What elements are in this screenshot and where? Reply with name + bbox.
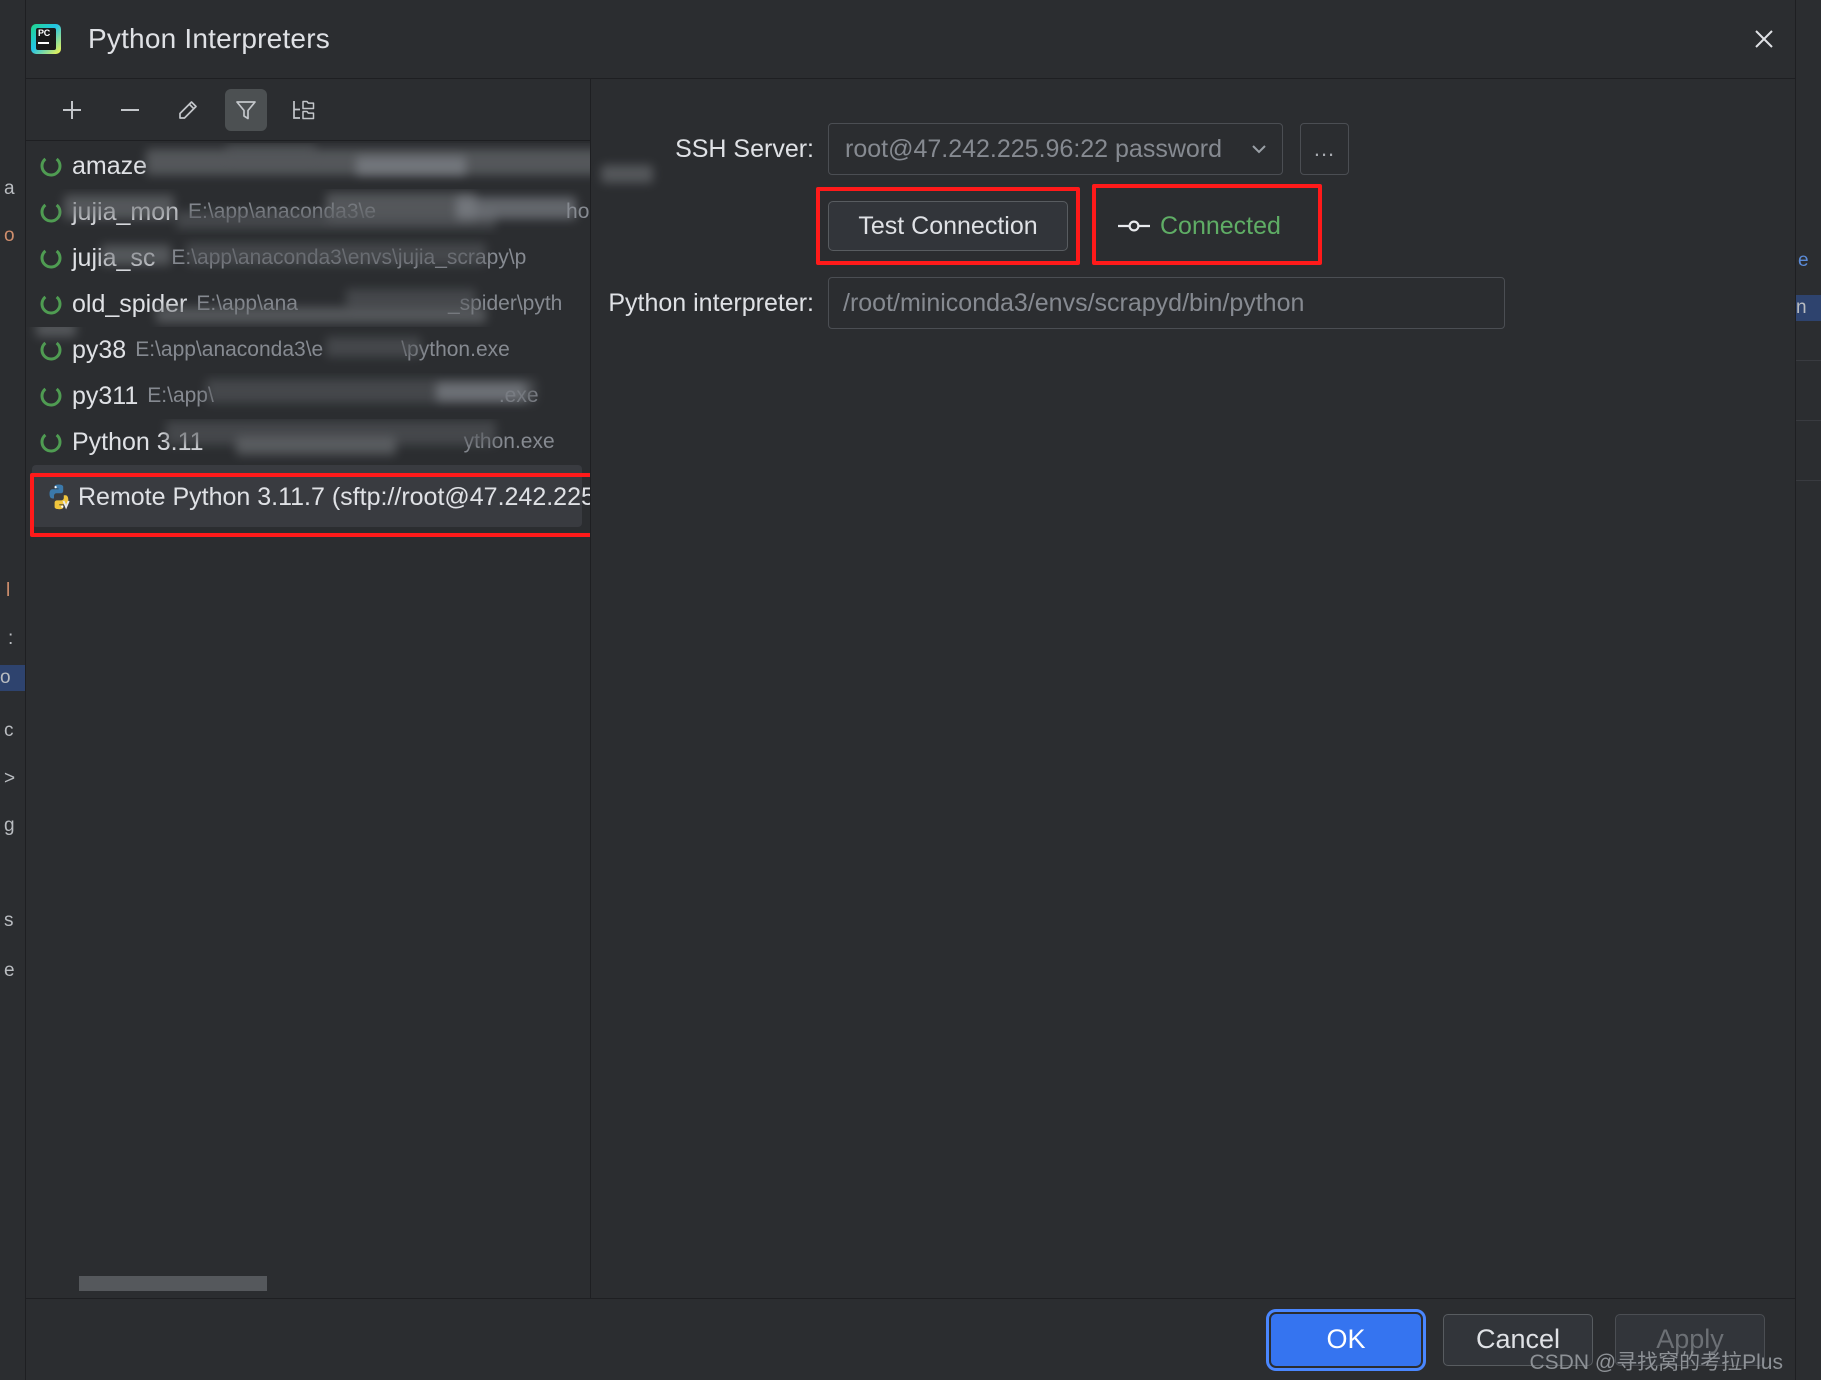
test-connection-button[interactable]: Test Connection — [828, 201, 1068, 251]
bg-fragment: e — [4, 960, 15, 981]
dialog-titlebar: PC Python Interpreters — [26, 0, 1795, 79]
plus-icon — [63, 100, 81, 119]
interpreter-list[interactable]: amaze jujia_mon E:\app\anaconda3\e hon\p — [26, 141, 590, 1298]
list-item-path-suffix: ython.exe — [463, 430, 555, 453]
list-item[interactable]: jujia_mon E:\app\anaconda3\e hon\p — [26, 189, 590, 235]
list-item-path: E:\app\anaconda3\e — [188, 200, 377, 223]
connection-status: Connected — [1102, 201, 1295, 251]
list-item[interactable]: Remote Python 3.11.7 (sftp://root@47.242… — [26, 465, 590, 529]
ssh-server-select[interactable]: root@47.242.225.96:22 password — [828, 123, 1283, 175]
list-item[interactable]: Python 3.11 ython.exe — [26, 419, 590, 465]
list-item-label: Remote Python 3.11.7 (sftp://root@47.242… — [78, 482, 590, 511]
bg-fragment: e — [1798, 250, 1809, 271]
connector-icon — [1118, 220, 1150, 232]
list-item-path-suffix: .exe — [498, 384, 539, 407]
background-window-left-edge: a o l : o c > g s e — [0, 0, 26, 1380]
list-item-path: E:\app\ana — [196, 292, 298, 315]
interpreter-list-pane: amaze jujia_mon E:\app\anaconda3\e hon\p — [26, 79, 591, 1298]
list-item[interactable]: old_spider E:\app\ana _spider\pyth — [26, 281, 590, 327]
list-item[interactable]: py311 E:\app\ .exe — [26, 373, 590, 419]
dialog-body: amaze jujia_mon E:\app\anaconda3\e hon\p — [26, 79, 1795, 1298]
list-item-label: Python 3.11 — [72, 427, 204, 456]
conda-env-icon — [38, 429, 72, 455]
ok-button[interactable]: OK — [1266, 1308, 1426, 1371]
list-item-label: py311 — [72, 381, 139, 410]
bg-fragment: : — [8, 628, 14, 649]
list-item-label: old_spider — [72, 289, 188, 318]
list-item-path: E:\app\ — [147, 384, 214, 407]
horizontal-scrollbar[interactable] — [26, 1268, 590, 1298]
list-item-path-suffix: hon\p — [566, 200, 590, 223]
conda-env-icon — [38, 337, 72, 363]
list-item-label: jujia_sc — [72, 243, 156, 272]
python-interpreter-value: /root/miniconda3/envs/scrapyd/bin/python — [843, 288, 1305, 317]
python-interpreter-row: Python interpreter: /root/miniconda3/env… — [591, 277, 1795, 329]
conda-env-icon — [38, 153, 72, 179]
bg-fragment: a — [4, 178, 15, 199]
bg-fragment: l — [6, 580, 11, 601]
bg-fragment: > — [4, 768, 16, 789]
ssh-server-row: SSH Server: root@47.242.225.96:22 passwo… — [591, 123, 1795, 183]
bg-fragment-selected: o — [0, 665, 25, 691]
bg-fragment: g — [4, 815, 15, 836]
list-item-label: py38 — [72, 335, 127, 364]
pycharm-icon: PC — [31, 24, 61, 54]
close-icon[interactable] — [1741, 16, 1787, 62]
bg-fragment: s — [4, 910, 14, 931]
connection-row: Test Connection Connected — [816, 184, 1795, 265]
list-item-path: E:\app\anaconda3\envs\jujia_scrapy\p — [171, 246, 527, 269]
bg-fragment-selected: n — [1796, 295, 1821, 321]
tree-folder-icon — [293, 100, 315, 119]
page-title: Python Interpreters — [88, 23, 330, 54]
chevron-down-icon — [1252, 145, 1266, 154]
filter-icon — [236, 100, 256, 119]
edit-interpreter-button[interactable] — [167, 89, 209, 131]
bg-fragment: c — [4, 720, 14, 741]
connection-status-label: Connected — [1160, 211, 1281, 240]
background-window-right-edge: e n — [1795, 0, 1821, 1380]
ssh-server-browse-button[interactable]: ... — [1300, 123, 1349, 175]
filter-button[interactable] — [225, 88, 267, 131]
ssh-server-value: root@47.242.225.96:22 password — [845, 134, 1223, 163]
python-interpreter-label: Python interpreter: — [608, 288, 814, 317]
remote-python-icon — [44, 482, 78, 512]
list-item-path-suffix: \python.exe — [401, 338, 510, 361]
screen-root: a o l : o c > g s e e n PC Python Interp… — [0, 0, 1821, 1380]
conda-env-icon — [38, 383, 72, 409]
conda-env-icon — [38, 199, 72, 225]
list-item-label: amaze — [72, 151, 148, 180]
ssh-server-label: SSH Server: — [675, 134, 814, 163]
group-by-button[interactable] — [283, 89, 325, 131]
bg-fragment: o — [4, 225, 15, 246]
python-interpreter-input[interactable]: /root/miniconda3/envs/scrapyd/bin/python — [828, 277, 1505, 329]
list-item[interactable]: py38 E:\app\anaconda3\e \python.exe — [26, 327, 590, 373]
add-interpreter-button[interactable] — [51, 89, 93, 131]
list-item-path-suffix: _spider\pyth — [447, 292, 563, 315]
scrollbar-thumb[interactable] — [79, 1276, 267, 1291]
list-item[interactable]: amaze — [26, 143, 590, 189]
python-interpreters-dialog: PC Python Interpreters amaze jujia_mon E… — [26, 0, 1795, 1380]
remove-interpreter-button[interactable] — [109, 89, 151, 131]
minus-icon — [121, 108, 139, 111]
list-item-path: E:\app\anaconda3\e — [135, 338, 324, 361]
list-toolbar — [26, 79, 590, 141]
remote-interpreter-form: SSH Server: root@47.242.225.96:22 passwo… — [591, 79, 1795, 329]
conda-env-icon — [38, 245, 72, 271]
watermark: CSDN @寻找窝的考拉Plus — [1529, 1351, 1783, 1374]
list-item-label: jujia_mon — [72, 197, 180, 226]
conda-env-icon — [38, 291, 72, 317]
list-item[interactable]: jujia_sc E:\app\anaconda3\envs\jujia_scr… — [26, 235, 590, 281]
interpreter-settings-pane: SSH Server: root@47.242.225.96:22 passwo… — [591, 79, 1795, 1298]
dialog-footer: OK Cancel Apply CSDN @寻找窝的考拉Plus — [26, 1298, 1795, 1380]
pencil-icon — [179, 100, 197, 119]
